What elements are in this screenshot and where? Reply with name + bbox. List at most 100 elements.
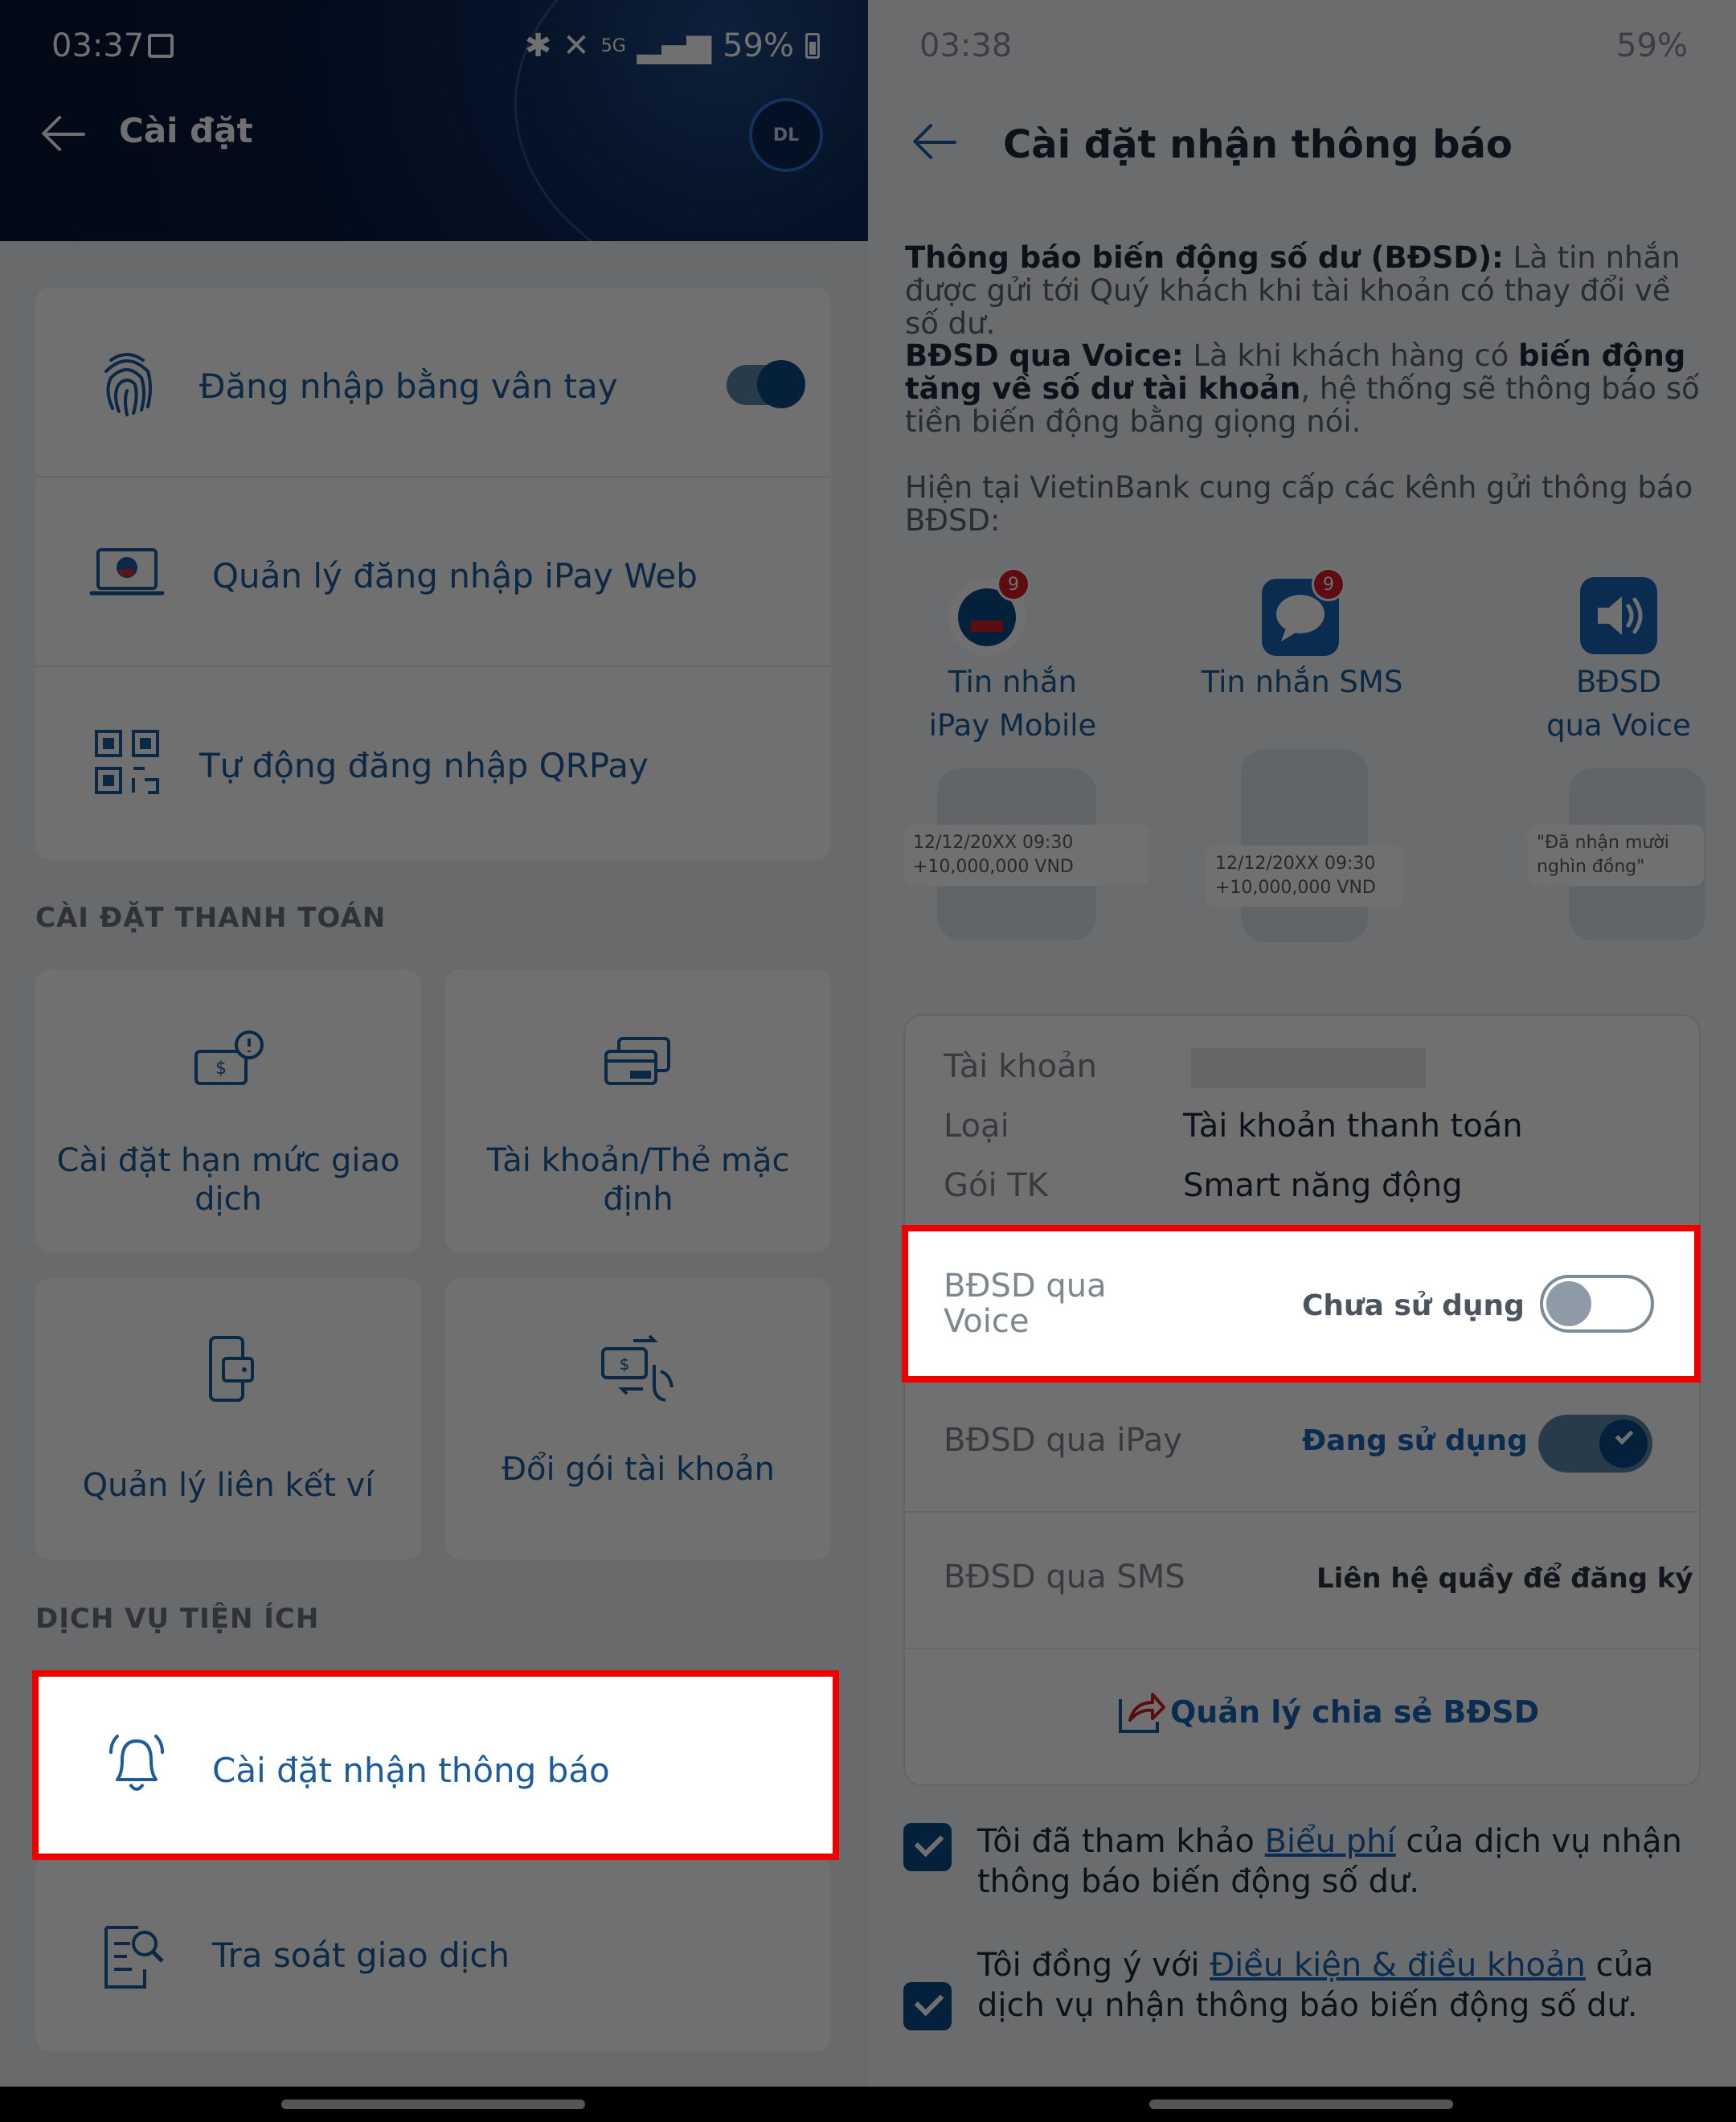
list-item-transaction-search[interactable]: Tra soát giao dịch [35, 1857, 831, 2051]
battery-text: 59% [1616, 27, 1688, 64]
back-arrow-icon[interactable] [913, 122, 958, 162]
fee-checkbox[interactable] [903, 1823, 952, 1871]
signal-icon: ▂▄▆ [637, 27, 712, 64]
section-title-utility: DỊCH VỤ TIỆN ÍCH [35, 1603, 320, 1635]
list-item-qrpay[interactable]: Tự động đăng nhập QRPay [35, 667, 831, 857]
share-link[interactable]: Quản lý chia sẻ BĐSD [1170, 1694, 1539, 1730]
fee-link[interactable]: Biểu phí [1265, 1823, 1396, 1860]
list-item-label: Tra soát giao dịch [212, 1936, 510, 1975]
svg-text:$: $ [215, 1059, 227, 1079]
sms-bubble: 12/12/20XX 09:30 +10,000,000 VND [1206, 846, 1403, 907]
masked-account-number [1191, 1048, 1426, 1088]
subscription-label-2: Voice [944, 1303, 1030, 1340]
home-indicator[interactable] [281, 2099, 585, 2109]
channel-label: Tin nhắn SMS [1201, 665, 1403, 699]
channel-sms: Tin nhắn SMS [1189, 661, 1415, 704]
exchange-icon: $ [601, 1334, 674, 1402]
settings-screen: 03:37 ✱ ✕ 5G ▂▄▆ 59% Cài đặt DL Đăng nhậ… [0, 0, 868, 2087]
ipay-toggle[interactable] [1538, 1415, 1652, 1473]
account-card: Tài khoản Loại Tài khoản thanh toán Gói … [903, 1014, 1701, 1786]
cards-icon [604, 1037, 670, 1085]
voice-subscription-row: BĐSD qua Voice Chưa sử dụng [902, 1225, 1701, 1383]
page-title: Cài đặt [119, 111, 253, 150]
intro-bold: Thông báo biến động số dư (BĐSD): [905, 240, 1504, 275]
limit-icon: $ [194, 1030, 264, 1085]
sms-subscription-row: BĐSD qua SMS Liên hệ quầy để đăng ký [905, 1511, 1699, 1648]
channel-label-2: qua Voice [1546, 708, 1691, 743]
list-item-label: Quản lý đăng nhập iPay Web [212, 556, 698, 596]
page-title: Cài đặt nhận thông báo [1003, 122, 1513, 167]
laptop-icon [89, 548, 165, 596]
subscription-label: BĐSD qua iPay [944, 1422, 1182, 1459]
navigation-bar [0, 2087, 1736, 2122]
channel-label-2: iPay Mobile [928, 708, 1097, 743]
bubble-date: 12/12/20XX 09:30 [1215, 854, 1376, 874]
bluetooth-icon: ✱ [524, 27, 552, 64]
wallet-icon [209, 1336, 254, 1402]
notification-settings-screen: 03:38 59% Cài đặt nhận thông báo Thông b… [868, 0, 1736, 2087]
channel-ipay: Tin nhắn iPay Mobile [916, 661, 1109, 748]
share-row[interactable]: Quản lý chia sẻ BĐSD [905, 1648, 1699, 1784]
search-doc-icon [104, 1926, 164, 1989]
fee-agreement-text: Tôi đã tham khảo Biểu phí của dịch vụ nh… [977, 1821, 1704, 1902]
voice-speaker-icon [1580, 577, 1657, 654]
status-bar: 03:37 ✱ ✕ 5G ▂▄▆ 59% [0, 0, 868, 96]
subscription-status: Chưa sử dụng [1302, 1289, 1525, 1322]
svg-text:$: $ [620, 1354, 630, 1374]
subscription-label: BĐSD qua Voice [944, 1268, 1107, 1339]
list-item-ipay-web[interactable]: Quản lý đăng nhập iPay Web [35, 477, 831, 667]
subscription-label-1: BĐSD qua [944, 1268, 1107, 1305]
status-bar: 03:38 59% [868, 0, 1736, 96]
terms-checkbox[interactable] [903, 1982, 952, 2030]
voice-text: Là khi khách hàng có [1183, 338, 1519, 373]
tile-label: Đổi gói tài khoản [502, 1451, 775, 1488]
mute-icon: ✕ [563, 27, 590, 64]
voice-bold: BĐSD qua Voice: [905, 338, 1184, 373]
subscription-status: Liên hệ quầy để đăng ký [1316, 1563, 1693, 1595]
bubble-amount: +10,000,000 VND [1215, 878, 1376, 898]
agreement-text: Tôi đồng ý với [977, 1947, 1210, 1984]
bubble-text-2: nghìn đồng" [1537, 857, 1645, 877]
terms-link[interactable]: Điều kiện & điều khoản [1210, 1947, 1586, 1984]
status-time: 03:38 [919, 27, 1013, 64]
ipay-badge: 9 [997, 567, 1030, 601]
header: 03:37 ✱ ✕ 5G ▂▄▆ 59% Cài đặt DL [0, 0, 868, 241]
list-item-fingerprint[interactable]: Đăng nhập bằng vân tay [35, 288, 831, 477]
battery-text: 59% [723, 27, 794, 64]
battery-icon [805, 33, 820, 59]
tile-label: Tài khoản/Thẻ mặc định [486, 1142, 790, 1218]
voice-toggle[interactable] [1540, 1275, 1654, 1333]
channel-voice: BĐSD qua Voice [1530, 661, 1707, 748]
tile-change-package[interactable]: $ Đổi gói tài khoản [445, 1278, 831, 1559]
section-title-payment: CÀI ĐẶT THANH TOÁN [35, 902, 387, 934]
fingerprint-toggle[interactable] [727, 360, 805, 408]
list-item-notification-settings[interactable]: Cài đặt nhận thông báo [32, 1670, 839, 1860]
bubble-amount: +10,000,000 VND [913, 857, 1074, 877]
tile-label: Quản lý liên kết ví [82, 1467, 375, 1504]
type-value: Tài khoản thanh toán [1183, 1108, 1523, 1145]
channel-label: Tin nhắn [948, 665, 1077, 699]
voice-bubble: "Đã nhận mười nghìn đồng" [1527, 825, 1704, 886]
tile-label: Cài đặt hạn mức giao dịch [56, 1142, 400, 1218]
bell-icon [109, 1735, 164, 1791]
channel-label: BĐSD [1575, 665, 1662, 699]
bubble-text: "Đã nhận mười [1537, 833, 1669, 853]
avatar[interactable]: DL [749, 98, 823, 172]
qr-code-icon [95, 730, 159, 794]
tile-transaction-limit[interactable]: $ Cài đặt hạn mức giao dịch [35, 969, 421, 1252]
terms-agreement-text: Tôi đồng ý với Điều kiện & điều khoản củ… [977, 1945, 1704, 2026]
network-label: 5G [600, 35, 626, 56]
channels-paragraph: Hiện tại VietinBank cung cấp các kênh gử… [905, 470, 1693, 538]
back-arrow-icon[interactable] [42, 114, 87, 154]
subscription-label: BĐSD qua SMS [944, 1559, 1185, 1596]
tile-default-card[interactable]: Tài khoản/Thẻ mặc định [445, 969, 831, 1252]
package-label: Gói TK [944, 1167, 1048, 1204]
agreement-text: Tôi đã tham khảo [977, 1823, 1265, 1860]
subscription-status: Đang sử dụng [1302, 1424, 1528, 1457]
voice-paragraph: BĐSD qua Voice: Là khi khách hàng có biế… [905, 339, 1704, 438]
home-indicator-2[interactable] [1149, 2099, 1453, 2109]
fingerprint-icon [104, 353, 152, 416]
tile-wallet-link[interactable]: Quản lý liên kết ví [35, 1278, 421, 1559]
image-icon [148, 34, 174, 58]
sms-badge: 9 [1312, 567, 1345, 601]
